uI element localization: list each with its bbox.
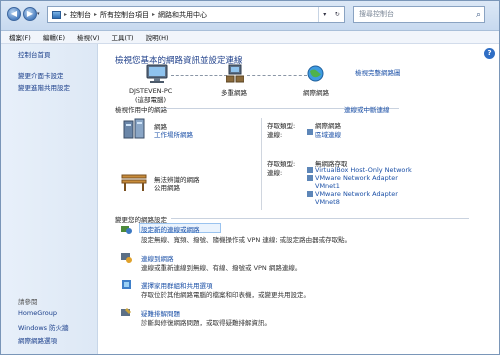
recent-pages-dropdown[interactable]: ▾ (37, 11, 40, 17)
network2-connection-link-3[interactable]: VMware Network Adapter (315, 190, 398, 198)
task-setup-connection-link[interactable]: 設定新的連線或網路 (141, 224, 200, 234)
network2-connection-link-2b[interactable]: VMnet1 (315, 182, 340, 190)
map-connector-2 (247, 75, 307, 76)
address-box[interactable]: ▸ 控制台 ▸ 所有控制台項目 ▸ 網路和共用中心 ▾ ↻ (47, 6, 345, 23)
task-troubleshoot-desc: 診斷與修復網路問題，或取得疑難排解資訊。 (141, 319, 271, 327)
network1-connection-link[interactable]: 區域連線 (315, 129, 341, 139)
menu-file[interactable]: 檔案(F) (9, 32, 31, 42)
search-input[interactable]: 搜尋控制台 ⌕ (353, 6, 485, 23)
control-panel-icon (52, 10, 61, 19)
task-connect-network-desc: 連線或重新連線到無線、有線、撥號或 VPN 網路連線。 (141, 264, 302, 272)
homegroup-icon (121, 279, 132, 290)
sidebar-home-link[interactable]: 控制台首頁 (18, 49, 97, 59)
connect-disconnect-link[interactable]: 連線或中斷連線 (344, 104, 390, 114)
menu-edit[interactable]: 編輯(E) (43, 32, 65, 42)
network1-type-link[interactable]: 工作場所網路 (154, 129, 193, 139)
help-icon[interactable]: ? (484, 48, 495, 59)
see-also-firewall[interactable]: Windows 防火牆 (18, 322, 69, 332)
task-homegroup-desc: 存取位於其他網路電腦的檔案和印表機，或變更共用設定。 (141, 291, 310, 299)
see-also-heading: 請參閱 (18, 298, 38, 306)
multiple-networks-label: 多重網路 (221, 89, 247, 97)
back-button[interactable]: ◀ (7, 7, 21, 21)
networks-vertical-divider (261, 118, 262, 210)
adapter-icon (307, 175, 313, 183)
network1-connection-label: 連線: (267, 131, 283, 139)
multiple-networks-icon (225, 64, 245, 86)
see-also-internet-options[interactable]: 網際網路選項 (18, 335, 57, 345)
crumb-all-items[interactable]: 所有控制台項目 (100, 10, 149, 20)
adapter-icon (307, 167, 313, 175)
sidebar-item-adapter-settings[interactable]: 變更介面卡設定 (18, 70, 97, 82)
network2-connection-link-3b[interactable]: VMnet8 (315, 198, 340, 206)
menu-view[interactable]: 檢視(V) (77, 32, 100, 42)
forward-button[interactable]: ▶ (23, 7, 37, 21)
active-networks-header: 檢視作用中的網路 (115, 106, 167, 114)
address-dropdown-icon[interactable]: ▾ (323, 11, 326, 18)
computer-icon (146, 64, 168, 86)
network2-type: 公用網路 (154, 184, 180, 192)
work-network-icon (123, 118, 145, 142)
menu-bar: 檔案(F) 編輯(E) 檢視(V) 工具(T) 說明(H) (1, 31, 499, 44)
network2-connection-link-1[interactable]: VirtualBox Host-Only Network (315, 166, 412, 174)
connect-network-icon (121, 252, 132, 263)
see-also-homegroup[interactable]: HomeGroup (18, 309, 57, 317)
public-network-bench-icon (121, 172, 147, 194)
adapter-icon (307, 191, 313, 199)
menu-tools[interactable]: 工具(T) (112, 32, 134, 42)
sidebar-item-advanced-sharing[interactable]: 變更進階共用設定 (18, 82, 97, 94)
menu-help[interactable]: 說明(H) (146, 32, 169, 42)
network-center-window: ◀ ▶ ▾ ▸ 控制台 ▸ 所有控制台項目 ▸ 網路和共用中心 ▾ ↻ 搜尋控制… (0, 0, 500, 355)
crumb-network-center[interactable]: 網路和共用中心 (158, 10, 207, 20)
crumb-control-panel[interactable]: 控制台 (70, 10, 91, 20)
internet-globe-icon (307, 65, 324, 84)
search-placeholder: 搜尋控制台 (359, 10, 394, 18)
task-setup-connection-desc: 設定無線、寬頻、撥號、隨機操作或 VPN 連線; 或設定路由器或存取點。 (141, 236, 352, 244)
network2-connection-label: 連線: (267, 169, 283, 177)
change-settings-divider (171, 218, 469, 219)
main-content: ? 檢視您基本的網路資訊並設定連線 檢視完整網路圖 DJSTEVEN-PC (這… (99, 44, 499, 354)
page-title: 檢視您基本的網路資訊並設定連線 (115, 56, 243, 66)
new-connection-icon (121, 224, 132, 235)
network2-connection-link-2[interactable]: VMware Network Adapter (315, 174, 398, 182)
internet-label: 網際網路 (303, 89, 329, 97)
sidebar: 控制台首頁 變更介面卡設定 變更進階共用設定 請參閱 HomeGroup Win… (1, 44, 98, 354)
search-icon[interactable]: ⌕ (476, 8, 481, 23)
pc-sub-label: (這部電腦) (135, 96, 167, 104)
map-connector-1 (171, 75, 227, 76)
full-map-link[interactable]: 檢視完整網路圖 (355, 67, 401, 77)
address-bar-area: ◀ ▶ ▾ ▸ 控制台 ▸ 所有控制台項目 ▸ 網路和共用中心 ▾ ↻ 搜尋控制… (1, 1, 499, 31)
refresh-icon[interactable]: ↻ (335, 11, 340, 18)
local-connection-icon (307, 129, 313, 137)
troubleshoot-icon (121, 307, 132, 318)
